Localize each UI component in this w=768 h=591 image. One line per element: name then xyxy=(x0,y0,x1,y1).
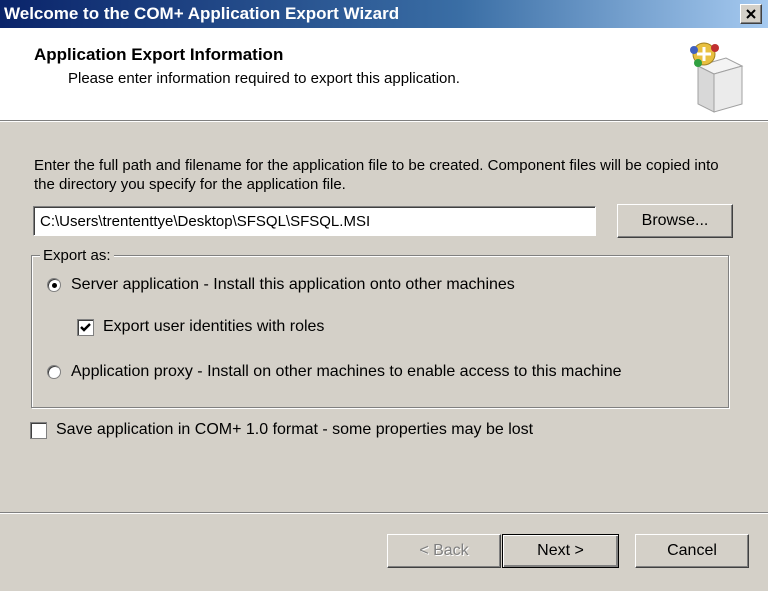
close-button[interactable] xyxy=(740,4,762,24)
export-identities-option[interactable]: Export user identities with roles xyxy=(77,318,324,336)
export-path-input[interactable] xyxy=(33,206,596,236)
com-plus-box-icon xyxy=(690,42,744,113)
export-as-label: Export as: xyxy=(40,247,114,264)
footer-separator xyxy=(0,512,768,514)
checkmark-icon xyxy=(80,322,91,332)
page-subtitle: Please enter information required to exp… xyxy=(68,70,460,87)
com10-format-label: Save application in COM+ 1.0 format - so… xyxy=(56,421,534,438)
close-icon xyxy=(746,9,756,19)
header-separator xyxy=(0,121,768,123)
browse-button[interactable]: Browse... xyxy=(617,204,733,238)
com10-format-checkbox[interactable] xyxy=(30,421,47,439)
export-identities-checkbox[interactable] xyxy=(77,318,94,336)
application-proxy-option[interactable]: Application proxy - Install on other mac… xyxy=(47,363,622,381)
application-proxy-radio[interactable] xyxy=(47,365,61,379)
page-title: Application Export Information xyxy=(34,45,284,64)
application-proxy-label: Application proxy - Install on other mac… xyxy=(71,363,622,380)
window-title: Welcome to the COM+ Application Export W… xyxy=(4,4,400,23)
next-button[interactable]: Next > xyxy=(502,534,619,568)
wizard-header: Application Export Information Please en… xyxy=(0,28,768,121)
cancel-button[interactable]: Cancel xyxy=(635,534,749,568)
server-application-label: Server application - Install this applic… xyxy=(71,276,515,293)
server-application-radio[interactable] xyxy=(47,278,61,292)
server-application-option[interactable]: Server application - Install this applic… xyxy=(47,276,515,294)
export-identities-label: Export user identities with roles xyxy=(103,318,325,335)
instructions-text: Enter the full path and filename for the… xyxy=(34,157,719,193)
back-button[interactable]: < Back xyxy=(387,534,501,568)
title-bar: Welcome to the COM+ Application Export W… xyxy=(0,0,768,28)
com10-format-option[interactable]: Save application in COM+ 1.0 format - so… xyxy=(30,421,533,439)
